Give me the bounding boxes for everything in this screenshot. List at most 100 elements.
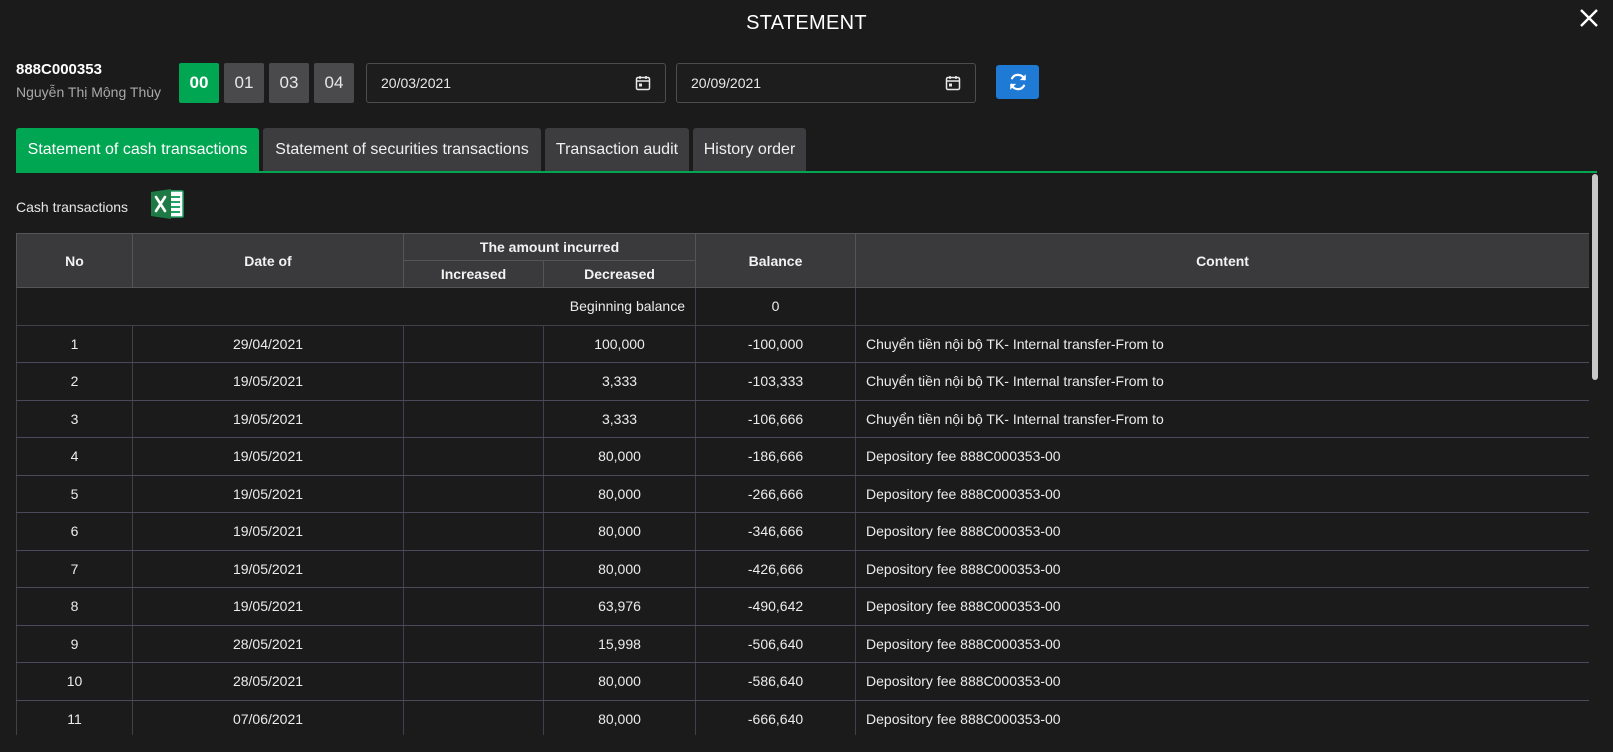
cell-balance: -506,640 — [695, 624, 857, 663]
page-title: STATEMENT — [746, 12, 867, 34]
cell-date: 28/05/2021 — [132, 662, 404, 701]
cell-balance: -586,640 — [695, 662, 857, 701]
table-row: 2 19/05/2021 3,333 -103,333 Chuyển tiền … — [16, 362, 1589, 401]
tab-transaction-audit[interactable]: Transaction audit — [545, 128, 689, 171]
cell-content: Depository fee 888C000353-00 — [855, 587, 1589, 626]
header-date: Date of — [132, 233, 404, 288]
cell-no: 9 — [16, 624, 133, 663]
header-no: No — [16, 233, 133, 288]
table-row: 4 19/05/2021 80,000 -186,666 Depository … — [16, 437, 1589, 476]
calendar-icon[interactable] — [945, 75, 961, 91]
scrollbar-thumb[interactable] — [1592, 174, 1598, 380]
table-row: 6 19/05/2021 80,000 -346,666 Depository … — [16, 512, 1589, 551]
sub-account-button-00[interactable]: 00 — [179, 63, 219, 103]
table-row: 10 28/05/2021 80,000 -586,640 Depository… — [16, 662, 1589, 701]
section-title: Cash transactions — [16, 199, 129, 215]
table-row: 11 07/06/2021 80,000 -666,640 Depository… — [16, 699, 1589, 735]
refresh-icon — [1009, 73, 1026, 91]
cell-decreased: 3,333 — [542, 362, 697, 401]
close-button[interactable] — [1575, 4, 1603, 32]
cell-increased — [403, 624, 544, 663]
cell-content: Chuyển tiền nội bộ TK- Internal transfer… — [855, 324, 1589, 363]
cell-content: Chuyển tiền nội bộ TK- Internal transfer… — [855, 362, 1589, 401]
cell-no: 1 — [16, 324, 133, 363]
cell-decreased: 3,333 — [542, 399, 697, 438]
cell-balance: -100,000 — [695, 324, 857, 363]
cell-no: 2 — [16, 362, 133, 401]
cell-date: 19/05/2021 — [132, 474, 404, 513]
excel-icon — [151, 189, 184, 219]
cell-increased — [403, 474, 544, 513]
cell-content: Depository fee 888C000353-00 — [855, 437, 1589, 476]
beginning-balance-label: Beginning balance — [16, 287, 697, 326]
cash-transactions-table: No Date of The amount incurred Balance C… — [16, 233, 1589, 735]
cell-decreased: 80,000 — [542, 437, 697, 476]
sub-account-button-03[interactable]: 03 — [269, 63, 309, 103]
header-content: Content — [855, 233, 1589, 288]
cell-decreased: 80,000 — [542, 699, 697, 735]
cell-balance: -490,642 — [695, 587, 857, 626]
cell-increased — [403, 362, 544, 401]
cell-increased — [403, 549, 544, 588]
sub-account-button-01[interactable]: 01 — [224, 63, 264, 103]
cell-increased — [403, 437, 544, 476]
cell-increased — [403, 699, 544, 735]
cell-decreased: 63,976 — [542, 587, 697, 626]
table-row: 7 19/05/2021 80,000 -426,666 Depository … — [16, 549, 1589, 588]
header-amount-incurred: The amount incurred — [402, 233, 697, 261]
beginning-balance-row: Beginning balance 0 — [16, 287, 1589, 326]
cell-decreased: 15,998 — [542, 624, 697, 663]
cell-date: 19/05/2021 — [132, 587, 404, 626]
cell-date: 19/05/2021 — [132, 549, 404, 588]
cell-balance: -346,666 — [695, 512, 857, 551]
date-from-value: 20/03/2021 — [381, 75, 452, 91]
cell-content: Depository fee 888C000353-00 — [855, 662, 1589, 701]
header-balance: Balance — [695, 233, 857, 288]
table-row: 1 29/04/2021 100,000 -100,000 Chuyển tiề… — [16, 324, 1589, 363]
date-to-input[interactable]: 20/09/2021 — [676, 63, 976, 103]
cell-no: 4 — [16, 437, 133, 476]
cell-date: 19/05/2021 — [132, 362, 404, 401]
date-to-value: 20/09/2021 — [691, 75, 762, 91]
cell-date: 29/04/2021 — [132, 324, 404, 363]
cell-date: 28/05/2021 — [132, 624, 404, 663]
cell-no: 5 — [16, 474, 133, 513]
header-decreased: Decreased — [542, 260, 697, 288]
date-from-input[interactable]: 20/03/2021 — [366, 63, 666, 103]
cell-date: 07/06/2021 — [132, 699, 404, 735]
cell-increased — [403, 662, 544, 701]
statement-tabs: Statement of cash transactions Statement… — [16, 128, 1597, 173]
beginning-balance-value: 0 — [695, 287, 857, 326]
cell-decreased: 100,000 — [542, 324, 697, 363]
cell-no: 6 — [16, 512, 133, 551]
cell-decreased: 80,000 — [542, 549, 697, 588]
cell-content: Depository fee 888C000353-00 — [855, 624, 1589, 663]
cell-decreased: 80,000 — [542, 512, 697, 551]
sub-account-button-04[interactable]: 04 — [314, 63, 354, 103]
cell-balance: -666,640 — [695, 699, 857, 735]
tab-securities-transactions[interactable]: Statement of securities transactions — [263, 128, 541, 171]
calendar-icon[interactable] — [635, 75, 651, 91]
tab-history-order[interactable]: History order — [693, 128, 806, 171]
cell-content: Depository fee 888C000353-00 — [855, 549, 1589, 588]
account-info: 888C000353 Nguyễn Thị Mộng Thùy — [16, 61, 161, 100]
cell-no: 10 — [16, 662, 133, 701]
table-row: 5 19/05/2021 80,000 -266,666 Depository … — [16, 474, 1589, 513]
cell-increased — [403, 399, 544, 438]
cell-content: Chuyển tiền nội bộ TK- Internal transfer… — [855, 399, 1589, 438]
beginning-balance-content — [855, 287, 1589, 326]
cell-balance: -106,666 — [695, 399, 857, 438]
excel-export-button[interactable] — [151, 188, 185, 220]
cell-date: 19/05/2021 — [132, 512, 404, 551]
refresh-button[interactable] — [996, 65, 1039, 99]
account-number: 888C000353 — [16, 61, 102, 78]
cell-date: 19/05/2021 — [132, 437, 404, 476]
cell-no: 11 — [16, 699, 133, 735]
cell-balance: -266,666 — [695, 474, 857, 513]
close-icon — [1580, 9, 1598, 27]
header-increased: Increased — [403, 260, 544, 288]
cell-balance: -186,666 — [695, 437, 857, 476]
tab-cash-transactions[interactable]: Statement of cash transactions — [16, 128, 259, 171]
table-row: 8 19/05/2021 63,976 -490,642 Depository … — [16, 587, 1589, 626]
cell-no: 3 — [16, 399, 133, 438]
